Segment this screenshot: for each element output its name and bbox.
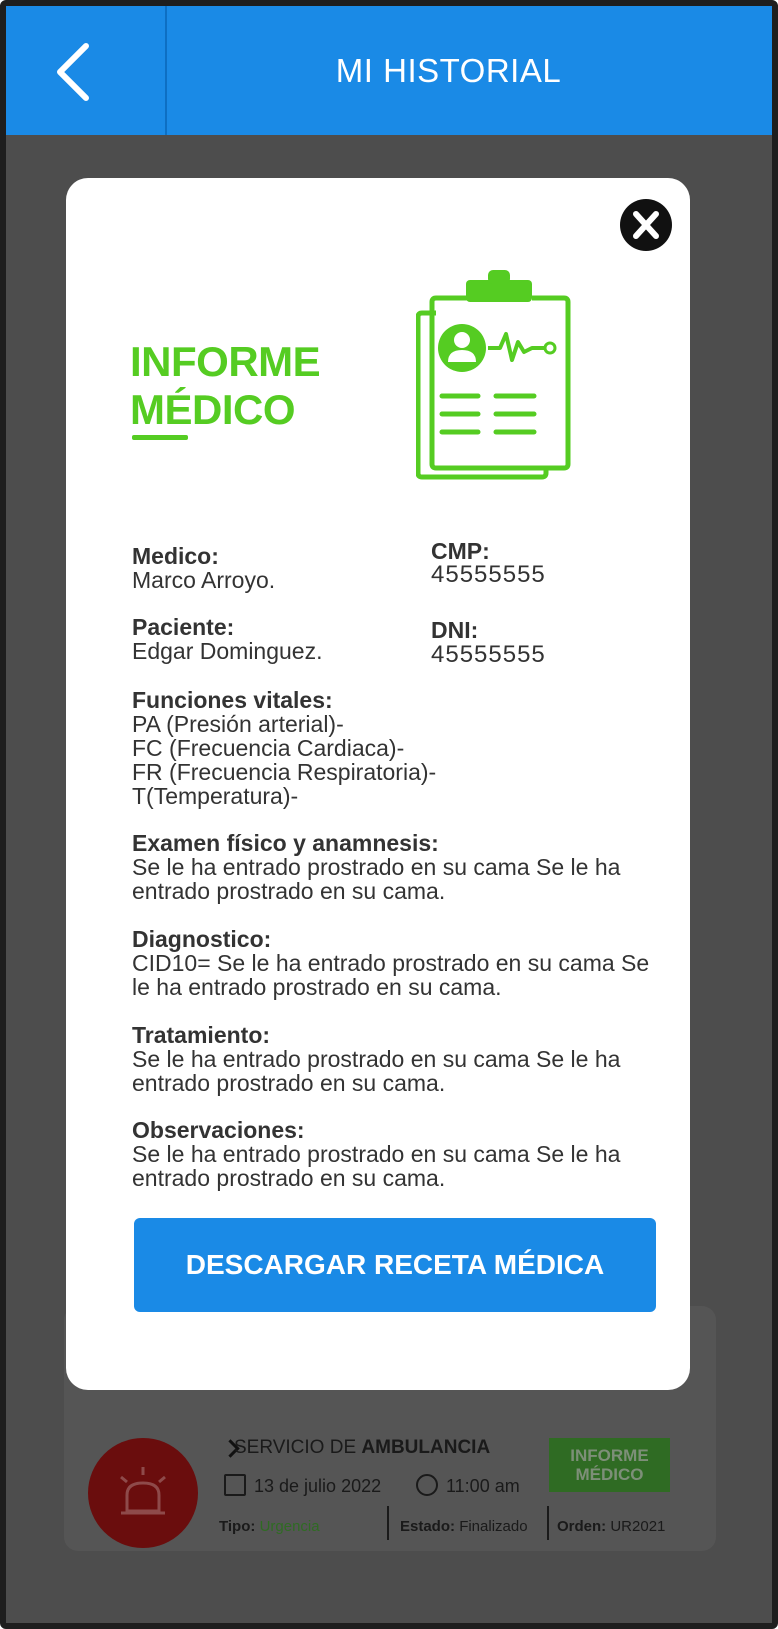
- calendar-icon: [224, 1474, 246, 1496]
- orden-label: Orden:: [557, 1518, 607, 1535]
- orden-meta: Orden: UR2021: [557, 1518, 665, 1535]
- informe-button-line1: INFORME: [570, 1446, 649, 1465]
- download-prescription-button[interactable]: DESCARGAR RECETA MÉDICA: [134, 1218, 656, 1312]
- meta-divider: [547, 1506, 549, 1540]
- cmp-value: 45555555: [431, 561, 546, 588]
- observaciones-text: Se le ha entrado prostrado en su cama Se…: [132, 1141, 621, 1191]
- report-title-line1: INFORME: [130, 338, 321, 385]
- vital-item: PA (Presión arterial)-: [132, 711, 344, 737]
- report-title: INFORME MÉDICO: [130, 338, 321, 434]
- service-prefix: SERVICIO DE: [234, 1437, 362, 1458]
- report-title-line2: MÉDICO: [130, 386, 296, 433]
- tratamiento-text: Se le ha entrado prostrado en su cama Se…: [132, 1046, 621, 1096]
- close-icon: [633, 211, 659, 239]
- dni-label: DNI:: [431, 617, 479, 643]
- service-title: SERVICIO DE AMBULANCIA: [234, 1437, 490, 1459]
- vital-item: FC (Frecuencia Cardiaca)-: [132, 735, 405, 761]
- estado-meta: Estado: Finalizado: [400, 1518, 528, 1535]
- page-title: MI HISTORIAL: [335, 52, 562, 89]
- tipo-meta: Tipo: Urgencia: [219, 1518, 320, 1535]
- back-button[interactable]: [6, 6, 167, 135]
- clock-icon: [416, 1474, 438, 1496]
- observaciones-section: Observaciones: Se le ha entrado prostrad…: [132, 1118, 652, 1190]
- vital-item: T(Temperatura)-: [132, 783, 299, 809]
- orden-value: UR2021: [610, 1518, 666, 1535]
- siren-icon: [120, 1467, 166, 1515]
- meta-divider: [387, 1506, 389, 1540]
- informe-button-line2: MÉDICO: [575, 1465, 644, 1484]
- medico-label: Medico:: [132, 543, 219, 569]
- tratamiento-label: Tratamiento:: [132, 1022, 271, 1048]
- tratamiento-section: Tratamiento: Se le ha entrado prostrado …: [132, 1023, 652, 1095]
- service-time: 11:00 am: [446, 1476, 520, 1496]
- dni-value: 45555555: [431, 641, 546, 668]
- tipo-value: Urgencia: [259, 1518, 320, 1535]
- siren-avatar: [88, 1438, 198, 1548]
- examen-label: Examen físico y anamnesis:: [132, 830, 439, 856]
- app-bar: MI HISTORIAL: [6, 6, 772, 135]
- diagnostico-label: Diagnostico:: [132, 926, 272, 952]
- close-button[interactable]: [620, 199, 672, 251]
- service-type: AMBULANCIA: [361, 1437, 491, 1458]
- estado-label: Estado:: [400, 1518, 456, 1535]
- service-date: 13 de julio 2022: [254, 1476, 382, 1496]
- vitales-label: Funciones vitales:: [132, 687, 333, 713]
- back-chevron-icon: [57, 43, 89, 101]
- medico-value: Marco Arroyo.: [132, 567, 276, 593]
- examen-text: Se le ha entrado prostrado en su cama Se…: [132, 854, 621, 904]
- paciente-label: Paciente:: [132, 614, 235, 640]
- vital-item: FR (Frecuencia Respiratoria)-: [132, 759, 437, 785]
- diagnostico-text: CID10= Se le ha entrado prostrado en su …: [132, 950, 650, 1000]
- examen-section: Examen físico y anamnesis: Se le ha entr…: [132, 831, 652, 903]
- vitales-list: PA (Presión arterial)- FC (Frecuencia Ca…: [132, 712, 436, 808]
- tipo-label: Tipo:: [219, 1518, 256, 1535]
- informe-medico-button[interactable]: INFORME MÉDICO: [549, 1438, 670, 1492]
- diagnostico-section: Diagnostico: CID10= Se le ha entrado pro…: [132, 927, 652, 999]
- estado-value: Finalizado: [459, 1518, 528, 1535]
- medical-report-icon: [416, 270, 571, 480]
- medical-report-modal: INFORME MÉDICO Medico: Marco Arroyo. CMP…: [66, 178, 690, 1390]
- title-underline: [132, 435, 188, 440]
- phone-screen: MI HISTORIAL SERVICIO DE AMBULANCIA 13 d…: [0, 0, 778, 1629]
- paciente-value: Edgar Dominguez.: [132, 638, 323, 664]
- observaciones-label: Observaciones:: [132, 1117, 305, 1143]
